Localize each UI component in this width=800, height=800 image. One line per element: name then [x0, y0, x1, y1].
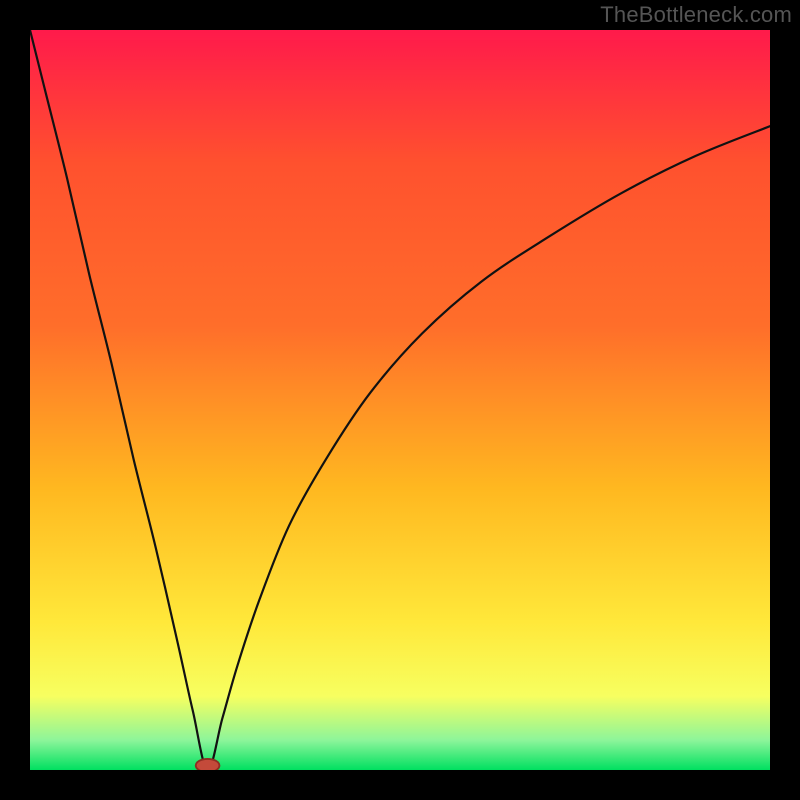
minimum-marker — [196, 759, 220, 770]
watermark-text: TheBottleneck.com — [600, 2, 792, 28]
gradient-background — [30, 30, 770, 770]
chart-frame: TheBottleneck.com — [0, 0, 800, 800]
chart-svg — [30, 30, 770, 770]
plot-area — [30, 30, 770, 770]
